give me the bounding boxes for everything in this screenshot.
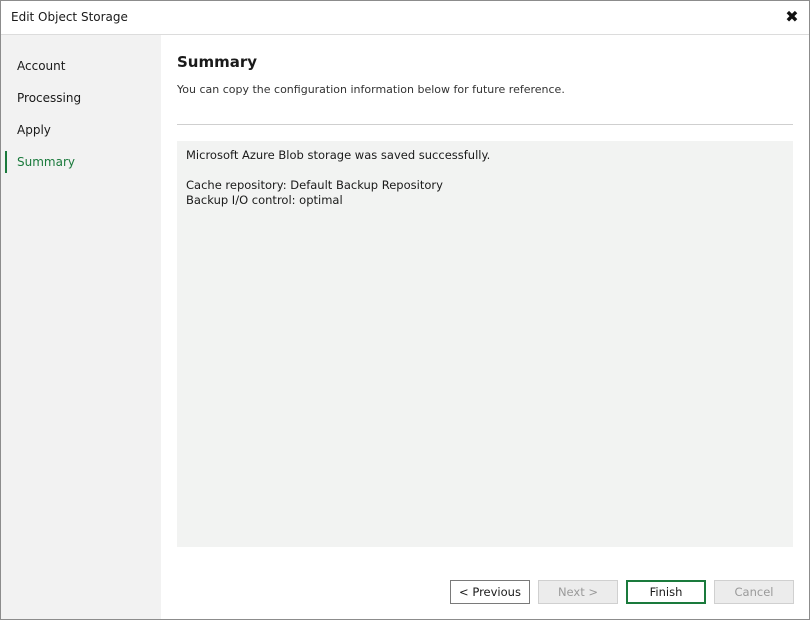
window-title: Edit Object Storage bbox=[11, 10, 128, 24]
summary-line-cache-repository: Cache repository: Default Backup Reposit… bbox=[186, 178, 443, 192]
summary-text-box[interactable]: Microsoft Azure Blob storage was saved s… bbox=[177, 141, 793, 547]
close-icon[interactable]: ✖ bbox=[779, 4, 805, 30]
sidebar-item-processing[interactable]: Processing bbox=[5, 87, 155, 109]
sidebar-item-account[interactable]: Account bbox=[5, 55, 155, 77]
page-title: Summary bbox=[177, 53, 258, 71]
sidebar-item-apply[interactable]: Apply bbox=[5, 119, 155, 141]
summary-line-io-control: Backup I/O control: optimal bbox=[186, 193, 343, 207]
page-subtitle: You can copy the configuration informati… bbox=[177, 83, 565, 96]
next-button[interactable]: Next > bbox=[538, 580, 618, 604]
finish-button[interactable]: Finish bbox=[626, 580, 706, 604]
summary-line-status: Microsoft Azure Blob storage was saved s… bbox=[186, 148, 491, 162]
previous-button[interactable]: < Previous bbox=[450, 580, 530, 604]
main-content: Summary You can copy the configuration i… bbox=[161, 35, 809, 619]
summary-blank-line bbox=[186, 163, 784, 178]
title-bar: Edit Object Storage ✖ bbox=[1, 1, 809, 35]
divider bbox=[177, 124, 793, 125]
wizard-steps-sidebar: Account Processing Apply Summary bbox=[1, 35, 161, 619]
edit-object-storage-dialog: Edit Object Storage ✖ Account Processing… bbox=[0, 0, 810, 620]
sidebar-item-summary[interactable]: Summary bbox=[5, 151, 155, 173]
cancel-button[interactable]: Cancel bbox=[714, 580, 794, 604]
